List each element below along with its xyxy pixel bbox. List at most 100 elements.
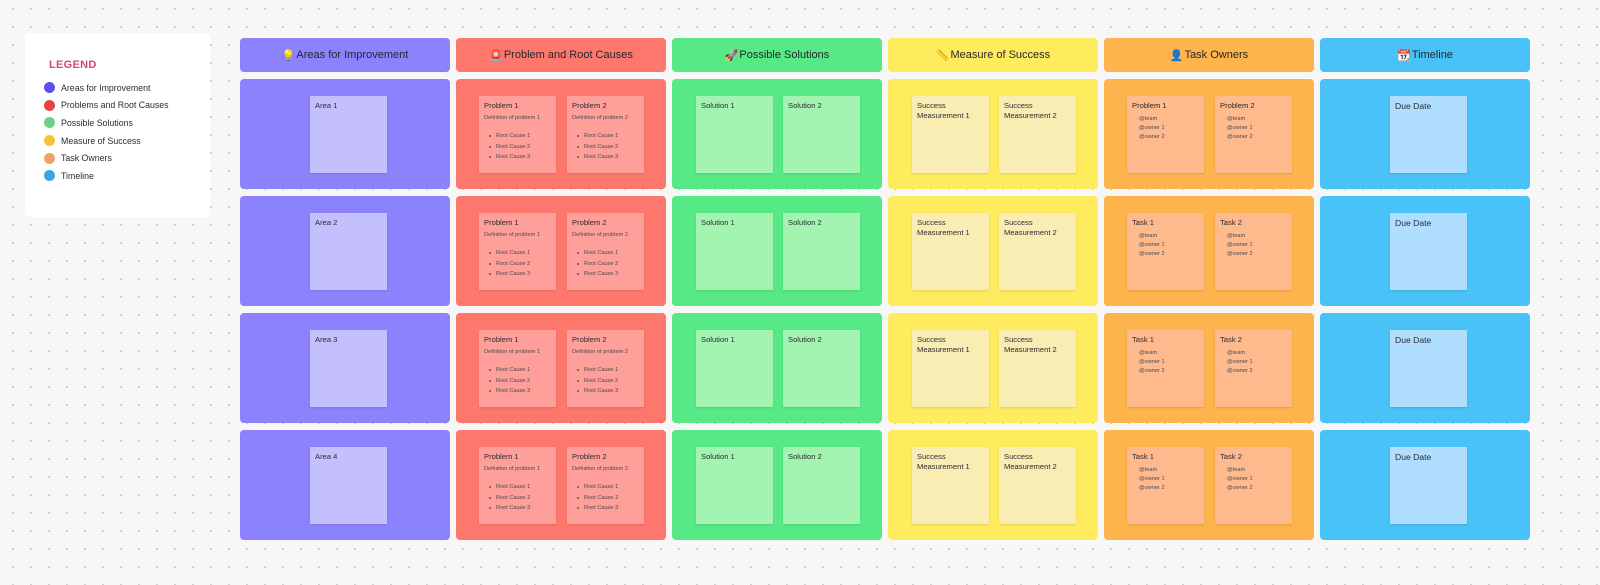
row-section[interactable]: Solution 1 Solution 2	[672, 196, 882, 306]
sticky-note[interactable]: Problem 1 Definition of problem 1 Root Cau…	[479, 330, 556, 407]
row-section[interactable]: Success Measurement 1 Success Measurement…	[888, 430, 1098, 540]
owner-mention[interactable]: @owner 2	[1227, 367, 1287, 376]
sticky-note[interactable]: Problem 1 Definition of problem 1 Root Cau…	[479, 447, 556, 524]
row-section[interactable]: Problem 1 @team @owner 1 @owner 2 Problem 2 @…	[1104, 79, 1314, 189]
sticky-note[interactable]: Problem 2 Definition of problem 2 Root Cau…	[567, 96, 644, 173]
sticky-note[interactable]: Solution 1	[696, 213, 773, 290]
sticky-note[interactable]: Solution 2	[783, 447, 860, 524]
owner-mention[interactable]: @team	[1139, 232, 1199, 241]
sticky-note[interactable]: Problem 1 Definition of problem 1 Root Cau…	[479, 213, 556, 290]
owner-mention[interactable]: @team	[1139, 349, 1199, 358]
owner-mention[interactable]: @team	[1227, 349, 1287, 358]
row-section[interactable]: Success Measurement 1 Success Measurement…	[888, 79, 1098, 189]
sticky-note[interactable]: Task 1 @team @owner 1 @owner 2	[1127, 213, 1204, 290]
sticky-note[interactable]: Area 1	[310, 96, 387, 173]
row-section[interactable]: Solution 1 Solution 2	[672, 313, 882, 423]
row-section[interactable]: Problem 1 Definition of problem 1 Root Cau…	[456, 430, 666, 540]
sticky-note[interactable]: Solution 2	[783, 330, 860, 407]
row-section[interactable]: Success Measurement 1 Success Measurement…	[888, 313, 1098, 423]
sticky-note[interactable]: Due Date	[1390, 447, 1467, 524]
row-section[interactable]: Problem 1 Definition of problem 1 Root Cau…	[456, 79, 666, 189]
root-cause-item: Root Cause 2	[489, 376, 551, 387]
sticky-note[interactable]: Problem 1 @team @owner 1 @owner 2	[1127, 96, 1204, 173]
bullet-icon	[489, 135, 491, 138]
legend-item-areas: Areas for Improvement	[44, 79, 169, 97]
owner-mention[interactable]: @owner 1	[1139, 241, 1199, 250]
sticky-note[interactable]: Problem 2 Definition of problem 2 Root Cau…	[567, 447, 644, 524]
sticky-note[interactable]: Problem 2 @team @owner 1 @owner 2	[1215, 96, 1292, 173]
sticky-note[interactable]: Success Measurement 2	[999, 213, 1076, 290]
sticky-note[interactable]: Due Date	[1390, 213, 1467, 290]
owner-mention[interactable]: @owner 2	[1139, 367, 1199, 376]
row-section[interactable]: Due Date	[1320, 196, 1530, 306]
owner-mention[interactable]: @team	[1227, 115, 1287, 124]
owner-mention[interactable]: @owner 2	[1139, 250, 1199, 259]
column-header[interactable]: 📏 Measure of Success	[888, 38, 1098, 72]
row-section[interactable]: Task 1 @team @owner 1 @owner 2 Task 2 @team @o…	[1104, 430, 1314, 540]
row-section[interactable]: Solution 1 Solution 2	[672, 430, 882, 540]
sticky-note[interactable]: Problem 1 Definition of problem 1 Root Cau…	[479, 96, 556, 173]
root-cause-text: Root Cause 3	[584, 505, 619, 511]
owner-mention[interactable]: @team	[1139, 466, 1199, 475]
column-header[interactable]: 📆 Timeline	[1320, 38, 1530, 72]
sticky-note[interactable]: Area 3	[310, 330, 387, 407]
owner-mention[interactable]: @team	[1139, 115, 1199, 124]
owner-mention[interactable]: @owner 1	[1227, 358, 1287, 367]
sticky-note[interactable]: Solution 1	[696, 96, 773, 173]
sticky-note[interactable]: Solution 2	[783, 213, 860, 290]
sticky-note[interactable]: Solution 2	[783, 96, 860, 173]
row-section[interactable]: Area 2	[240, 196, 450, 306]
column-header[interactable]: 🚨 Problem and Root Causes	[456, 38, 666, 72]
owner-mention[interactable]: @owner 2	[1227, 484, 1287, 493]
owner-mention[interactable]: @owner 1	[1227, 124, 1287, 133]
owner-mention[interactable]: @owner 1	[1139, 358, 1199, 367]
row-section[interactable]: Due Date	[1320, 430, 1530, 540]
sticky-note[interactable]: Area 4	[310, 447, 387, 524]
sticky-note[interactable]: Task 1 @team @owner 1 @owner 2	[1127, 447, 1204, 524]
owner-mention[interactable]: @owner 1	[1139, 124, 1199, 133]
sticky-note[interactable]: Success Measurement 1	[912, 213, 989, 290]
owner-mention[interactable]: @owner 2	[1139, 133, 1199, 142]
sticky-note[interactable]: Solution 1	[696, 447, 773, 524]
column-header[interactable]: 🚀 Possible Solutions	[672, 38, 882, 72]
sticky-note[interactable]: Success Measurement 2	[999, 330, 1076, 407]
sticky-note[interactable]: Task 1 @team @owner 1 @owner 2	[1127, 330, 1204, 407]
sticky-note[interactable]: Success Measurement 1	[912, 330, 989, 407]
owner-mention[interactable]: @team	[1227, 232, 1287, 241]
column-header[interactable]: 👤 Task Owners	[1104, 38, 1314, 72]
row-section[interactable]: Task 1 @team @owner 1 @owner 2 Task 2 @team @o…	[1104, 313, 1314, 423]
owner-mention[interactable]: @owner 2	[1227, 250, 1287, 259]
row-section[interactable]: Area 3	[240, 313, 450, 423]
sticky-note[interactable]: Task 2 @team @owner 1 @owner 2	[1215, 213, 1292, 290]
row-section[interactable]: Due Date	[1320, 79, 1530, 189]
sticky-note[interactable]: Due Date	[1390, 96, 1467, 173]
sticky-note[interactable]: Task 2 @team @owner 1 @owner 2	[1215, 447, 1292, 524]
sticky-note[interactable]: Area 2	[310, 213, 387, 290]
sticky-note[interactable]: Success Measurement 1	[912, 447, 989, 524]
sticky-note[interactable]: Task 2 @team @owner 1 @owner 2	[1215, 330, 1292, 407]
sticky-note[interactable]: Due Date	[1390, 330, 1467, 407]
owner-mention[interactable]: @owner 1	[1227, 241, 1287, 250]
row-section[interactable]: Area 4	[240, 430, 450, 540]
sticky-note[interactable]: Success Measurement 1	[912, 96, 989, 173]
owner-mention[interactable]: @team	[1227, 466, 1287, 475]
sticky-note[interactable]: Problem 2 Definition of problem 2 Root Cau…	[567, 213, 644, 290]
row-section[interactable]: Task 1 @team @owner 1 @owner 2 Task 2 @team @o…	[1104, 196, 1314, 306]
column-header[interactable]: 💡 Areas for Improvement	[240, 38, 450, 72]
sticky-note[interactable]: Success Measurement 2	[999, 96, 1076, 173]
owner-mention[interactable]: @owner 2	[1227, 133, 1287, 142]
sticky-note[interactable]: Solution 1	[696, 330, 773, 407]
row-section[interactable]: Due Date	[1320, 313, 1530, 423]
row-section[interactable]: Problem 1 Definition of problem 1 Root Cau…	[456, 313, 666, 423]
row-section[interactable]: Problem 1 Definition of problem 1 Root Cau…	[456, 196, 666, 306]
sticky-note[interactable]: Success Measurement 2	[999, 447, 1076, 524]
row-section[interactable]: Success Measurement 1 Success Measurement…	[888, 196, 1098, 306]
sticky-title: Problem 2	[572, 101, 607, 110]
row-section[interactable]: Area 1	[240, 79, 450, 189]
owner-mention[interactable]: @owner 2	[1139, 484, 1199, 493]
owner-mention[interactable]: @owner 1	[1139, 475, 1199, 484]
row-section[interactable]: Solution 1 Solution 2	[672, 79, 882, 189]
owner-mention[interactable]: @owner 1	[1227, 475, 1287, 484]
legend-panel[interactable]: LEGEND Areas for Improvement Problems an…	[25, 33, 210, 217]
sticky-note[interactable]: Problem 2 Definition of problem 2 Root Cau…	[567, 330, 644, 407]
